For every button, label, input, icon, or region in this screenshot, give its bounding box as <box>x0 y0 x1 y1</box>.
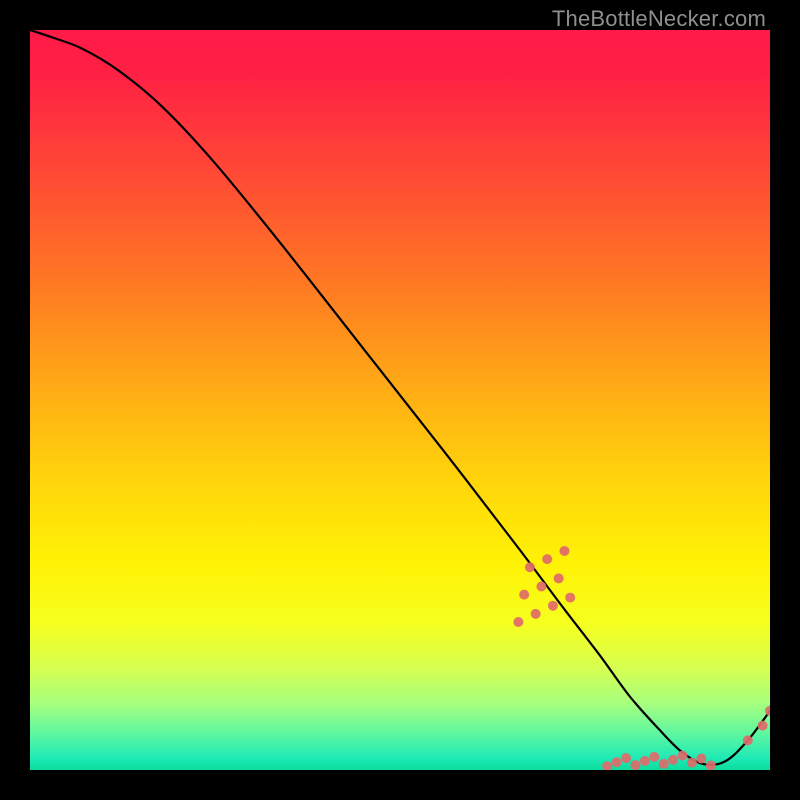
data-point <box>513 617 523 627</box>
data-point <box>696 754 706 764</box>
data-point <box>612 757 622 767</box>
data-point <box>743 735 753 745</box>
data-point <box>678 751 688 761</box>
data-point <box>706 761 716 770</box>
data-point <box>554 573 564 583</box>
data-point <box>668 755 678 765</box>
data-point <box>758 721 768 731</box>
data-point <box>687 758 697 768</box>
data-point <box>602 761 612 770</box>
data-point <box>536 581 546 591</box>
data-point <box>640 756 650 766</box>
chart-stage: TheBottleNecker.com <box>0 0 800 800</box>
data-point <box>519 590 529 600</box>
data-point <box>765 706 770 716</box>
data-point <box>548 601 558 611</box>
data-point <box>559 546 569 556</box>
data-markers <box>513 546 770 770</box>
data-point <box>542 554 552 564</box>
data-point <box>525 562 535 572</box>
data-point <box>621 753 631 763</box>
data-point <box>659 759 669 769</box>
data-point <box>531 609 541 619</box>
data-point <box>630 760 640 770</box>
data-point <box>649 752 659 762</box>
chart-layer <box>30 30 770 770</box>
data-point <box>565 593 575 603</box>
watermark-text: TheBottleNecker.com <box>552 6 766 32</box>
bottleneck-curve <box>30 30 770 765</box>
plot-area <box>30 30 770 770</box>
